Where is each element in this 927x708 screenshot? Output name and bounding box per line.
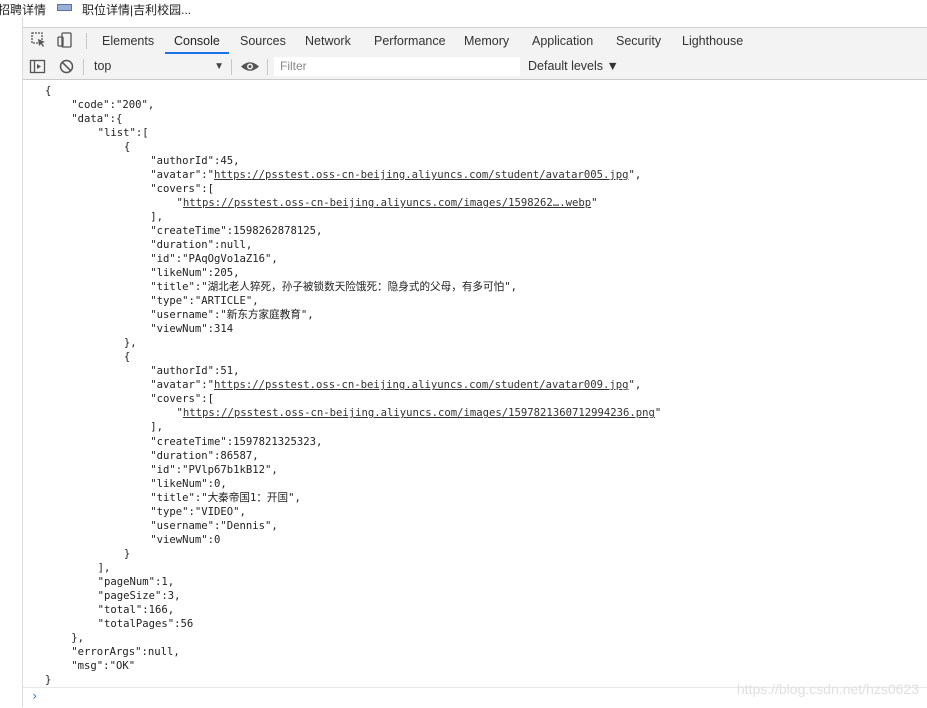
console-line: "likeNum":205,: [150, 267, 240, 280]
prompt-chevron-icon: ›: [31, 689, 39, 703]
console-line: "total":166,: [97, 603, 175, 616]
tab-console[interactable]: Console: [165, 28, 229, 54]
url-link[interactable]: https://psstest.oss-cn-beijing.aliyuncs.…: [214, 379, 629, 391]
tab-network[interactable]: Network: [305, 28, 351, 54]
console-line: "errorArgs":null,: [71, 645, 180, 658]
console-line: "title":"大秦帝国1：开国",: [150, 491, 301, 504]
console-line: "covers":[: [150, 393, 214, 406]
toolbar-divider: [231, 59, 232, 75]
console-line: "data":{: [71, 113, 123, 126]
console-line: "covers":[: [150, 183, 214, 196]
console-line: ],: [97, 561, 111, 574]
json-text: "avatar":": [150, 379, 214, 392]
console-line: "code":"200",: [71, 99, 155, 112]
console-line: },: [123, 337, 137, 350]
console-prompt[interactable]: › https://blog.csdn.net/hzs0623: [23, 681, 927, 708]
eye-icon[interactable]: [240, 58, 260, 80]
tab-application[interactable]: Application: [532, 28, 593, 54]
console-line: "likeNum":0,: [150, 477, 227, 490]
device-toolbar-icon[interactable]: [56, 31, 74, 49]
json-text: ",: [628, 379, 642, 392]
console-line: "totalPages":56: [97, 617, 194, 630]
json-text: ": [591, 197, 598, 210]
console-line: "type":"ARTICLE",: [150, 295, 259, 308]
tab-performance[interactable]: Performance: [374, 28, 446, 54]
console-line: "username":"新东方家庭教育",: [150, 309, 314, 322]
console-line: "title":"湖北老人猝死，孙子被锁数天险饿死：隐身式的父母，有多可怕",: [150, 281, 517, 294]
tab-sources[interactable]: Sources: [240, 28, 286, 54]
console-line: "https://psstest.oss-cn-beijing.aliyuncs…: [177, 196, 598, 210]
toolbar-divider: [267, 59, 268, 75]
toolbar-divider: [86, 33, 87, 49]
page-left-gutter: [0, 17, 23, 707]
console-line: "authorId":45,: [150, 155, 240, 168]
console-line: {: [123, 351, 131, 364]
console-line: "duration":86587,: [150, 449, 259, 462]
console-line: "viewNum":0: [150, 533, 221, 546]
json-text: ",: [628, 169, 642, 182]
toolbar-divider: [83, 59, 84, 75]
console-line: "pageSize":3,: [97, 589, 181, 602]
console-line: {: [45, 85, 52, 97]
log-levels-dropdown[interactable]: Default levels ▼: [528, 57, 619, 76]
console-line: },: [71, 631, 85, 644]
browser-tab-title[interactable]: 职位详情|吉利校园...: [82, 1, 191, 18]
browser-tab-strip: 招聘详情 职位详情|吉利校园...: [0, 0, 927, 17]
context-value: top: [94, 59, 112, 73]
sidebar-toggle-icon[interactable]: [29, 58, 46, 80]
console-line: "pageNum":1,: [97, 575, 175, 588]
filter-input[interactable]: Filter: [274, 57, 520, 76]
console-line: "authorId":51,: [150, 365, 240, 378]
console-line: "https://psstest.oss-cn-beijing.aliyuncs…: [177, 406, 662, 420]
url-link[interactable]: https://psstest.oss-cn-beijing.aliyuncs.…: [183, 197, 591, 209]
console-line: "duration":null,: [150, 239, 253, 252]
console-line: "createTime":1598262878125,: [150, 225, 323, 238]
tab-elements[interactable]: Elements: [102, 28, 154, 54]
console-line: {: [123, 141, 131, 154]
tab-favicon-icon: [57, 4, 72, 11]
console-line: "createTime":1597821325323,: [150, 435, 323, 448]
console-line: "msg":"OK": [71, 659, 136, 672]
console-line: ],: [150, 421, 163, 434]
json-text: ": [654, 407, 662, 420]
inspect-element-icon[interactable]: [30, 31, 48, 49]
console-line: }: [45, 673, 52, 686]
json-text: "avatar":": [150, 169, 214, 182]
console-line: "avatar":"https://psstest.oss-cn-beijing…: [150, 168, 641, 182]
clear-console-icon[interactable]: [58, 58, 75, 80]
console-line: "avatar":"https://psstest.oss-cn-beijing…: [150, 378, 641, 392]
tab-memory[interactable]: Memory: [464, 28, 509, 54]
console-line: "viewNum":314: [150, 323, 234, 336]
dropdown-arrow-icon: ▼: [214, 61, 224, 72]
console-line: ],: [150, 211, 163, 224]
url-link[interactable]: https://psstest.oss-cn-beijing.aliyuncs.…: [183, 407, 655, 419]
context-selector[interactable]: top ▼: [90, 57, 224, 76]
tab-security[interactable]: Security: [616, 28, 661, 54]
console-line: "id":"PAqOgVo1aZ16",: [150, 253, 278, 266]
console-output: {"code":"200", "data":{"list":[{"authorId…: [23, 80, 927, 687]
console-line: }: [123, 547, 131, 560]
url-link[interactable]: https://psstest.oss-cn-beijing.aliyuncs.…: [214, 169, 629, 181]
console-line: "username":"Dennis",: [150, 519, 278, 532]
console-line: "list":[: [97, 127, 149, 140]
console-line: "type":"VIDEO",: [150, 505, 246, 518]
devtools-toolbar: Elements Console Sources Network Perform…: [23, 27, 927, 55]
console-line: "id":"PVlp67b1kB12",: [150, 463, 278, 476]
tab-lighthouse[interactable]: Lighthouse: [682, 28, 743, 54]
watermark-text: https://blog.csdn.net/hzs0623: [736, 681, 919, 697]
console-toolbar: top ▼ Filter Default levels ▼: [23, 54, 927, 80]
browser-tab-title[interactable]: 招聘详情: [0, 1, 46, 18]
